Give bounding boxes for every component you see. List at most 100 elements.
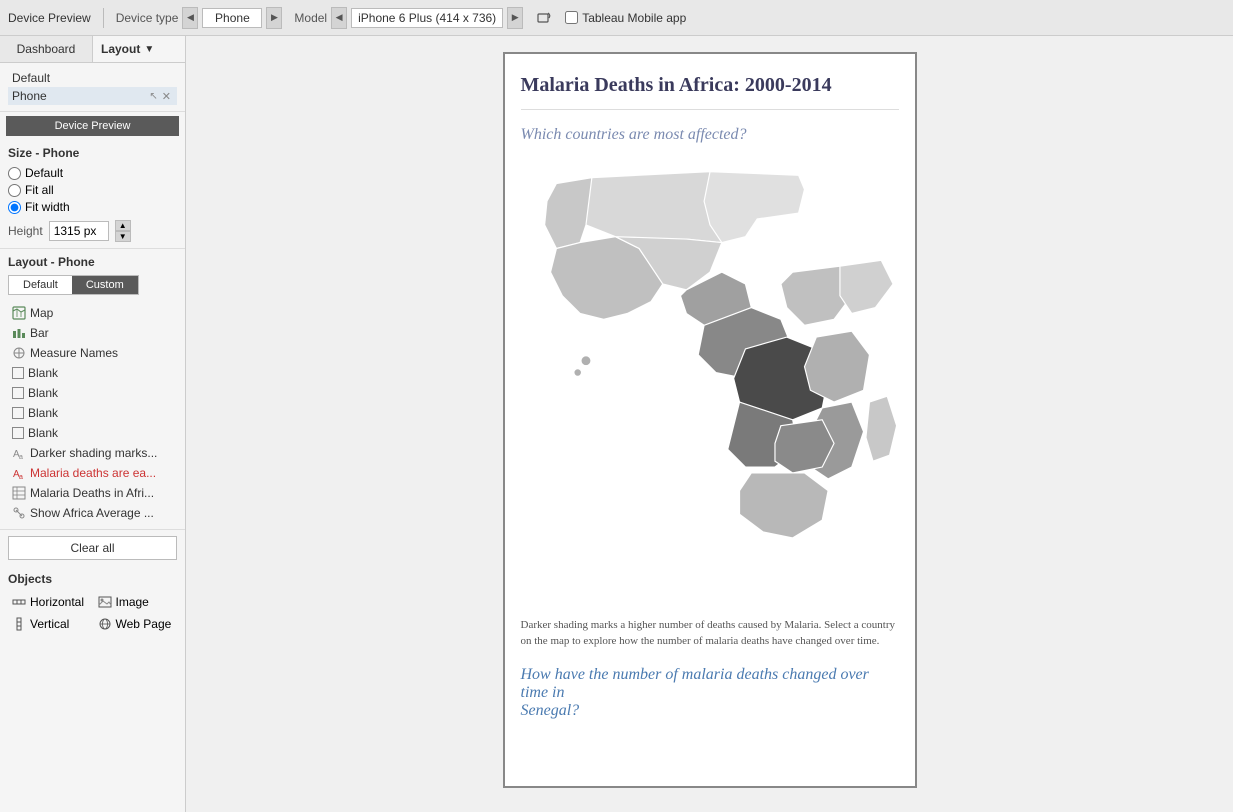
sheet-item-malaria-deaths[interactable]: Aa Malaria deaths are ea... xyxy=(8,463,177,483)
sheet-name-africa-avg: Show Africa Average ... xyxy=(30,506,154,520)
layout-toggle-group: Default Custom xyxy=(8,275,139,295)
text-icon-1: Aa xyxy=(12,446,26,460)
sheet-item-map[interactable]: Map xyxy=(8,303,177,323)
objects-grid: Horizontal Image Vertical Web Page xyxy=(8,592,177,634)
height-label: Height xyxy=(8,224,43,238)
device-preview-label: Device Preview xyxy=(8,11,91,25)
web-icon xyxy=(98,617,112,631)
left-panel: Dashboard Layout ▼ Default Phone ↖ ✕ Dev… xyxy=(0,36,186,812)
layout-title: Layout - Phone xyxy=(8,255,177,269)
model-value: iPhone 6 Plus (414 x 736) xyxy=(351,8,503,28)
text-icon-2: Aa xyxy=(12,466,26,480)
blank-item-2[interactable]: Blank xyxy=(8,383,177,403)
blank-item-1[interactable]: Blank xyxy=(8,363,177,383)
web-page-label: Web Page xyxy=(116,617,172,631)
filter-icon xyxy=(12,506,26,520)
tableau-mobile-checkbox[interactable]: Tableau Mobile app xyxy=(565,11,686,25)
measure-names-icon xyxy=(12,346,26,360)
height-input[interactable] xyxy=(49,221,109,241)
sheet-item-africa-avg[interactable]: Show Africa Average ... xyxy=(8,503,177,523)
height-row: Height ▲ ▼ xyxy=(8,220,177,242)
sheet-item-malaria-afri[interactable]: Malaria Deaths in Afri... xyxy=(8,483,177,503)
object-image[interactable]: Image xyxy=(94,592,178,612)
blank-checkbox-3[interactable] xyxy=(12,407,24,419)
blank-item-4[interactable]: Blank xyxy=(8,423,177,443)
sheet-name-malaria-ea: Malaria deaths are ea... xyxy=(30,466,156,480)
table-icon xyxy=(12,486,26,500)
device-preview-tab[interactable]: Device Preview xyxy=(8,11,91,25)
clear-all-button[interactable]: Clear all xyxy=(8,536,177,560)
radio-fit-width[interactable]: Fit width xyxy=(8,200,177,214)
blank-label-3: Blank xyxy=(28,406,58,420)
sheet-name-malaria-afri: Malaria Deaths in Afri... xyxy=(30,486,154,500)
radio-default[interactable]: Default xyxy=(8,166,177,180)
image-icon xyxy=(98,595,112,609)
blank-label-2: Blank xyxy=(28,386,58,400)
blank-checkbox-4[interactable] xyxy=(12,427,24,439)
phone-device-item[interactable]: Phone ↖ ✕ xyxy=(8,87,177,105)
sheet-item-bar[interactable]: Bar xyxy=(8,323,177,343)
device-type-prev[interactable]: ◀ xyxy=(182,7,198,29)
object-horizontal[interactable]: Horizontal xyxy=(8,592,92,612)
blank-checkbox-2[interactable] xyxy=(12,387,24,399)
section-question-1: Which countries are most affected? xyxy=(521,126,899,144)
svg-text:a: a xyxy=(19,454,23,460)
blank-checkbox-1[interactable] xyxy=(12,367,24,379)
horizontal-icon xyxy=(12,595,26,609)
svg-text:a: a xyxy=(19,474,23,480)
sheet-item-measure-names[interactable]: Measure Names xyxy=(8,343,177,363)
device-type-group: Device type ◀ Phone ▶ xyxy=(116,7,283,29)
sheet-name-bar: Bar xyxy=(30,326,49,340)
device-type-next[interactable]: ▶ xyxy=(266,7,282,29)
sheet-name-map: Map xyxy=(30,306,53,320)
image-label: Image xyxy=(116,595,149,609)
tab-layout[interactable]: Layout ▼ xyxy=(93,36,185,62)
map-caption: Darker shading marks a higher number of … xyxy=(521,617,899,650)
close-phone-button[interactable]: ✕ xyxy=(160,90,173,103)
model-next[interactable]: ▶ xyxy=(507,7,523,29)
default-device-item[interactable]: Default xyxy=(8,69,177,87)
device-type-label: Device type xyxy=(116,11,179,25)
question2-prefix: How have the number of malaria deaths ch… xyxy=(521,666,869,701)
height-increment[interactable]: ▲ xyxy=(115,220,131,231)
tableau-mobile-input[interactable] xyxy=(565,11,578,24)
sheet-item-darker[interactable]: Aa Darker shading marks... xyxy=(8,443,177,463)
model-group: Model ◀ iPhone 6 Plus (414 x 736) ▶ xyxy=(294,7,523,29)
africa-map-svg xyxy=(521,154,899,603)
vertical-icon xyxy=(12,617,26,631)
toggle-default-btn[interactable]: Default xyxy=(9,276,72,294)
rotate-button[interactable] xyxy=(535,9,553,27)
sheet-list: Map Bar Measure Names xyxy=(8,303,177,523)
blank-item-3[interactable]: Blank xyxy=(8,403,177,423)
question2-country: Senegal? xyxy=(521,702,580,719)
default-label: Default xyxy=(12,71,50,85)
object-vertical[interactable]: Vertical xyxy=(8,614,92,634)
sheet-name-measure: Measure Names xyxy=(30,346,118,360)
main-container: Dashboard Layout ▼ Default Phone ↖ ✕ Dev… xyxy=(0,36,1233,812)
content-area: Malaria Deaths in Africa: 2000-2014 Whic… xyxy=(186,36,1233,812)
size-section: Size - Phone Default Fit all Fit width H… xyxy=(0,140,185,249)
tableau-mobile-label: Tableau Mobile app xyxy=(582,11,686,25)
bar-icon xyxy=(12,326,26,340)
objects-title: Objects xyxy=(8,572,177,586)
device-preview-button[interactable]: Device Preview xyxy=(6,116,179,136)
size-title: Size - Phone xyxy=(8,146,177,160)
sheet-name-darker: Darker shading marks... xyxy=(30,446,157,460)
objects-section: Objects Horizontal Image Vertical Web Pa… xyxy=(0,566,185,640)
africa-map xyxy=(521,154,899,607)
height-decrement[interactable]: ▼ xyxy=(115,231,131,242)
map-icon xyxy=(12,306,26,320)
panel-tabs: Dashboard Layout ▼ xyxy=(0,36,185,63)
top-bar: Device Preview Device type ◀ Phone ▶ Mod… xyxy=(0,0,1233,36)
radio-fit-all[interactable]: Fit all xyxy=(8,183,177,197)
blank-label-4: Blank xyxy=(28,426,58,440)
model-prev[interactable]: ◀ xyxy=(331,7,347,29)
tab-dashboard[interactable]: Dashboard xyxy=(0,36,93,62)
horizontal-label: Horizontal xyxy=(30,595,84,609)
device-type-value: Phone xyxy=(202,8,262,28)
object-web-page[interactable]: Web Page xyxy=(94,614,178,634)
cursor-icon: ↖ xyxy=(149,91,157,102)
dashboard-title: Malaria Deaths in Africa: 2000-2014 xyxy=(521,74,899,110)
toggle-custom-btn[interactable]: Custom xyxy=(72,276,138,294)
blank-label-1: Blank xyxy=(28,366,58,380)
